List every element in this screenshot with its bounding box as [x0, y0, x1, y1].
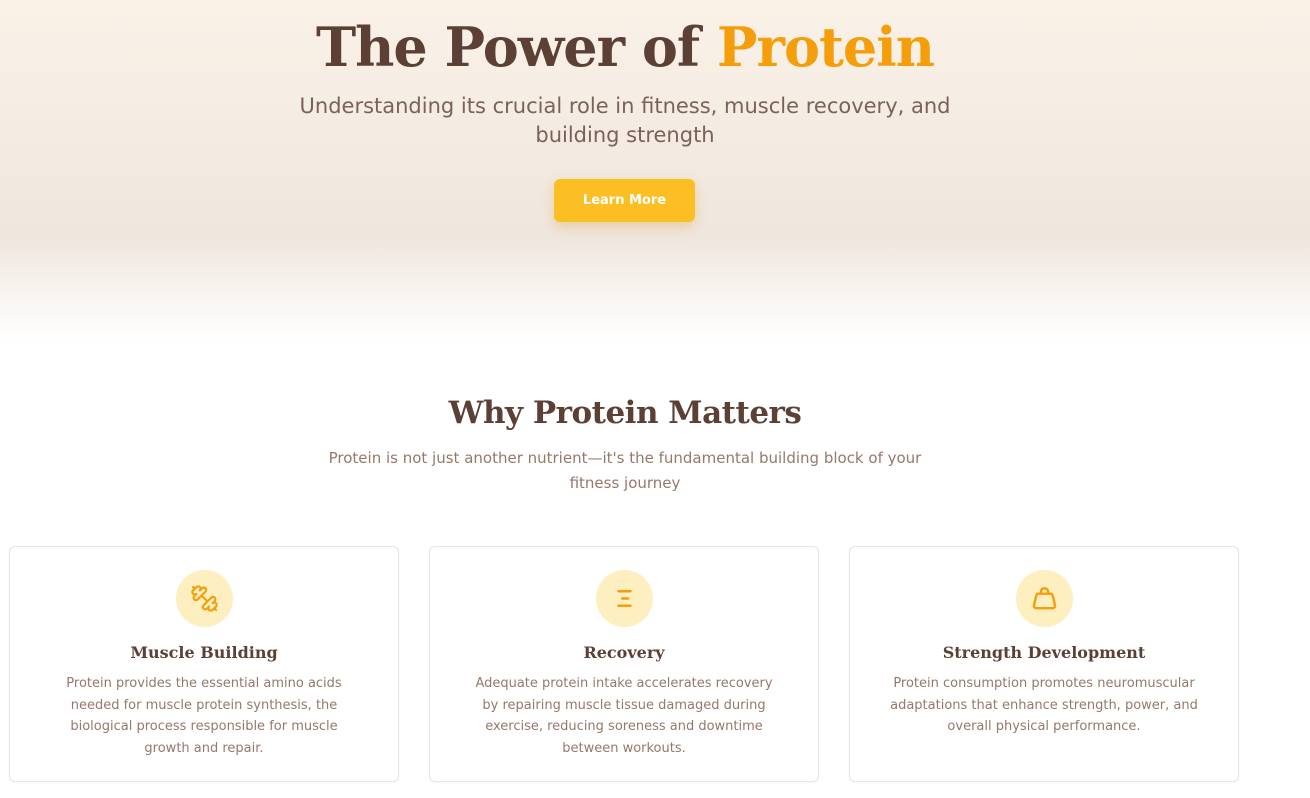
list-lines-icon [596, 570, 653, 627]
hero-section: The Power of Protein Understanding its c… [0, 0, 1310, 340]
card-title: Recovery [583, 643, 665, 662]
learn-more-button[interactable]: Learn More [554, 179, 695, 222]
card-text: Protein consumption promotes neuromuscul… [890, 676, 1198, 734]
hero-subtitle: Understanding its crucial role in fitnes… [299, 94, 951, 147]
dumbbell-icon [176, 570, 233, 627]
card-text: Protein provides the essential amino aci… [66, 676, 342, 756]
hero-title-accent: Protein [716, 15, 935, 79]
hero-title-main: The Power of [315, 15, 700, 79]
card-title: Strength Development [942, 643, 1146, 662]
section-description: Protein is not just another nutrient—it'… [328, 449, 922, 492]
hero-title: The Power of Protein [0, 12, 1250, 82]
section-title: Why Protein Matters [448, 395, 802, 431]
feature-card-recovery: Recovery Adequate protein intake acceler… [429, 546, 819, 782]
card-text: Adequate protein intake accelerates reco… [475, 676, 773, 756]
feature-card-strength: Strength Development Protein consumption… [849, 546, 1239, 782]
card-title: Muscle Building [130, 643, 278, 662]
weight-icon [1016, 570, 1073, 627]
feature-card-muscle-building: Muscle Building Protein provides the ess… [9, 546, 399, 782]
